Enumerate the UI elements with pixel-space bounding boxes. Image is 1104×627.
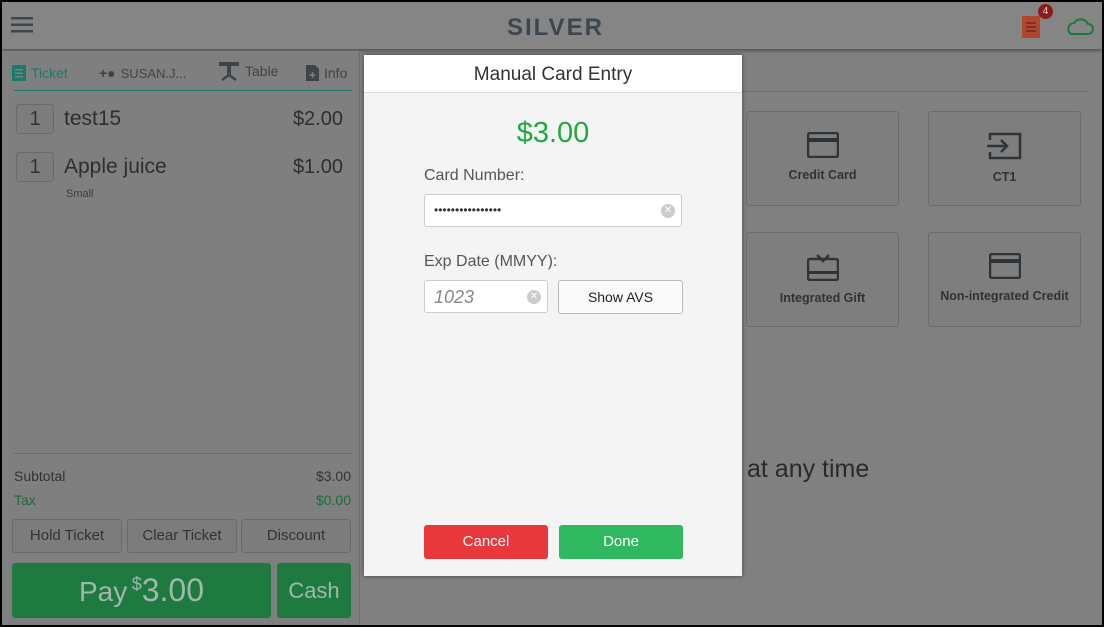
done-button[interactable]: Done	[559, 525, 683, 559]
item-qty[interactable]: 1	[16, 152, 54, 182]
item-price: $1.00	[292, 156, 343, 178]
divider	[14, 453, 352, 454]
payment-tile-integrated-gift[interactable]: Integrated Gift	[746, 232, 899, 327]
card-number-value: ••••••••••••••••	[434, 203, 502, 217]
amount-due: $3.00	[516, 117, 590, 149]
tab-ticket[interactable]: Ticket	[12, 65, 68, 81]
document-add-icon	[306, 65, 319, 81]
ticket-icon	[12, 65, 26, 81]
credit-card-icon	[988, 253, 1021, 279]
item-modifier: Small	[66, 188, 94, 200]
pay-amount: 3.00	[141, 572, 204, 608]
item-name: Apple juice	[64, 155, 167, 178]
table-icon	[219, 62, 239, 81]
tax-label: Tax	[14, 492, 36, 508]
background-hint-text: at any time	[747, 455, 870, 483]
pay-currency: $	[131, 574, 142, 594]
item-qty[interactable]: 1	[16, 104, 54, 134]
tax-value: $0.00	[315, 492, 351, 508]
card-number-input[interactable]: •••••••••••••••• ✕	[424, 194, 682, 227]
pay-button[interactable]: Pay $3.00	[12, 563, 271, 618]
add-person-icon: +●	[99, 65, 116, 81]
menu-icon[interactable]	[11, 16, 33, 34]
subtotal-label: Subtotal	[14, 468, 66, 484]
tab-customer[interactable]: +● SUSAN.J...	[99, 65, 186, 81]
show-avs-button[interactable]: Show AVS	[558, 280, 683, 314]
tab-info[interactable]: Info	[306, 65, 347, 81]
payment-tile-non-integrated-credit[interactable]: Non-integrated Credit	[928, 232, 1081, 327]
clear-icon[interactable]: ✕	[527, 290, 541, 304]
subtotal-value: $3.00	[315, 468, 351, 484]
top-bar: SILVER 4	[2, 2, 1102, 49]
pay-label: Pay	[79, 576, 128, 607]
ticket-panel: Ticket +● SUSAN.J... Table Info 1 test15 …	[2, 51, 360, 625]
discount-button[interactable]: Discount	[241, 519, 351, 553]
brand-logo: SILVER	[507, 14, 604, 41]
cloud-icon[interactable]	[1064, 16, 1094, 36]
app-frame: SILVER 4 Ticket +● SUSAN.J... Table Info …	[2, 2, 1102, 625]
cash-button[interactable]: Cash	[277, 563, 351, 618]
card-number-label: Card Number:	[424, 167, 525, 184]
input-arrow-icon	[986, 132, 1021, 160]
tab-underline	[14, 90, 352, 91]
credit-card-icon	[806, 132, 839, 158]
tab-table[interactable]: Table	[218, 61, 278, 81]
hold-ticket-button[interactable]: Hold Ticket	[12, 519, 122, 553]
exp-date-label: Exp Date (MMYY):	[424, 253, 558, 270]
tickets-icon[interactable]	[1020, 14, 1044, 40]
clear-icon[interactable]: ✕	[661, 204, 675, 218]
payment-tile-ct1[interactable]: CT1	[928, 111, 1081, 206]
notification-badge: 4	[1038, 4, 1053, 19]
manual-card-entry-dialog: Manual Card Entry $3.00 Card Number: •••…	[364, 55, 742, 576]
clear-ticket-button[interactable]: Clear Ticket	[127, 519, 237, 553]
exp-date-input[interactable]: 1023 ✕	[424, 280, 548, 313]
item-price: $2.00	[292, 108, 343, 130]
payment-tile-credit-card[interactable]: Credit Card	[746, 111, 899, 206]
item-name: test15	[64, 107, 122, 130]
exp-date-placeholder: 1023	[434, 287, 475, 307]
gift-card-icon	[806, 254, 839, 281]
cancel-button[interactable]: Cancel	[424, 525, 548, 559]
dialog-title: Manual Card Entry	[364, 55, 742, 93]
